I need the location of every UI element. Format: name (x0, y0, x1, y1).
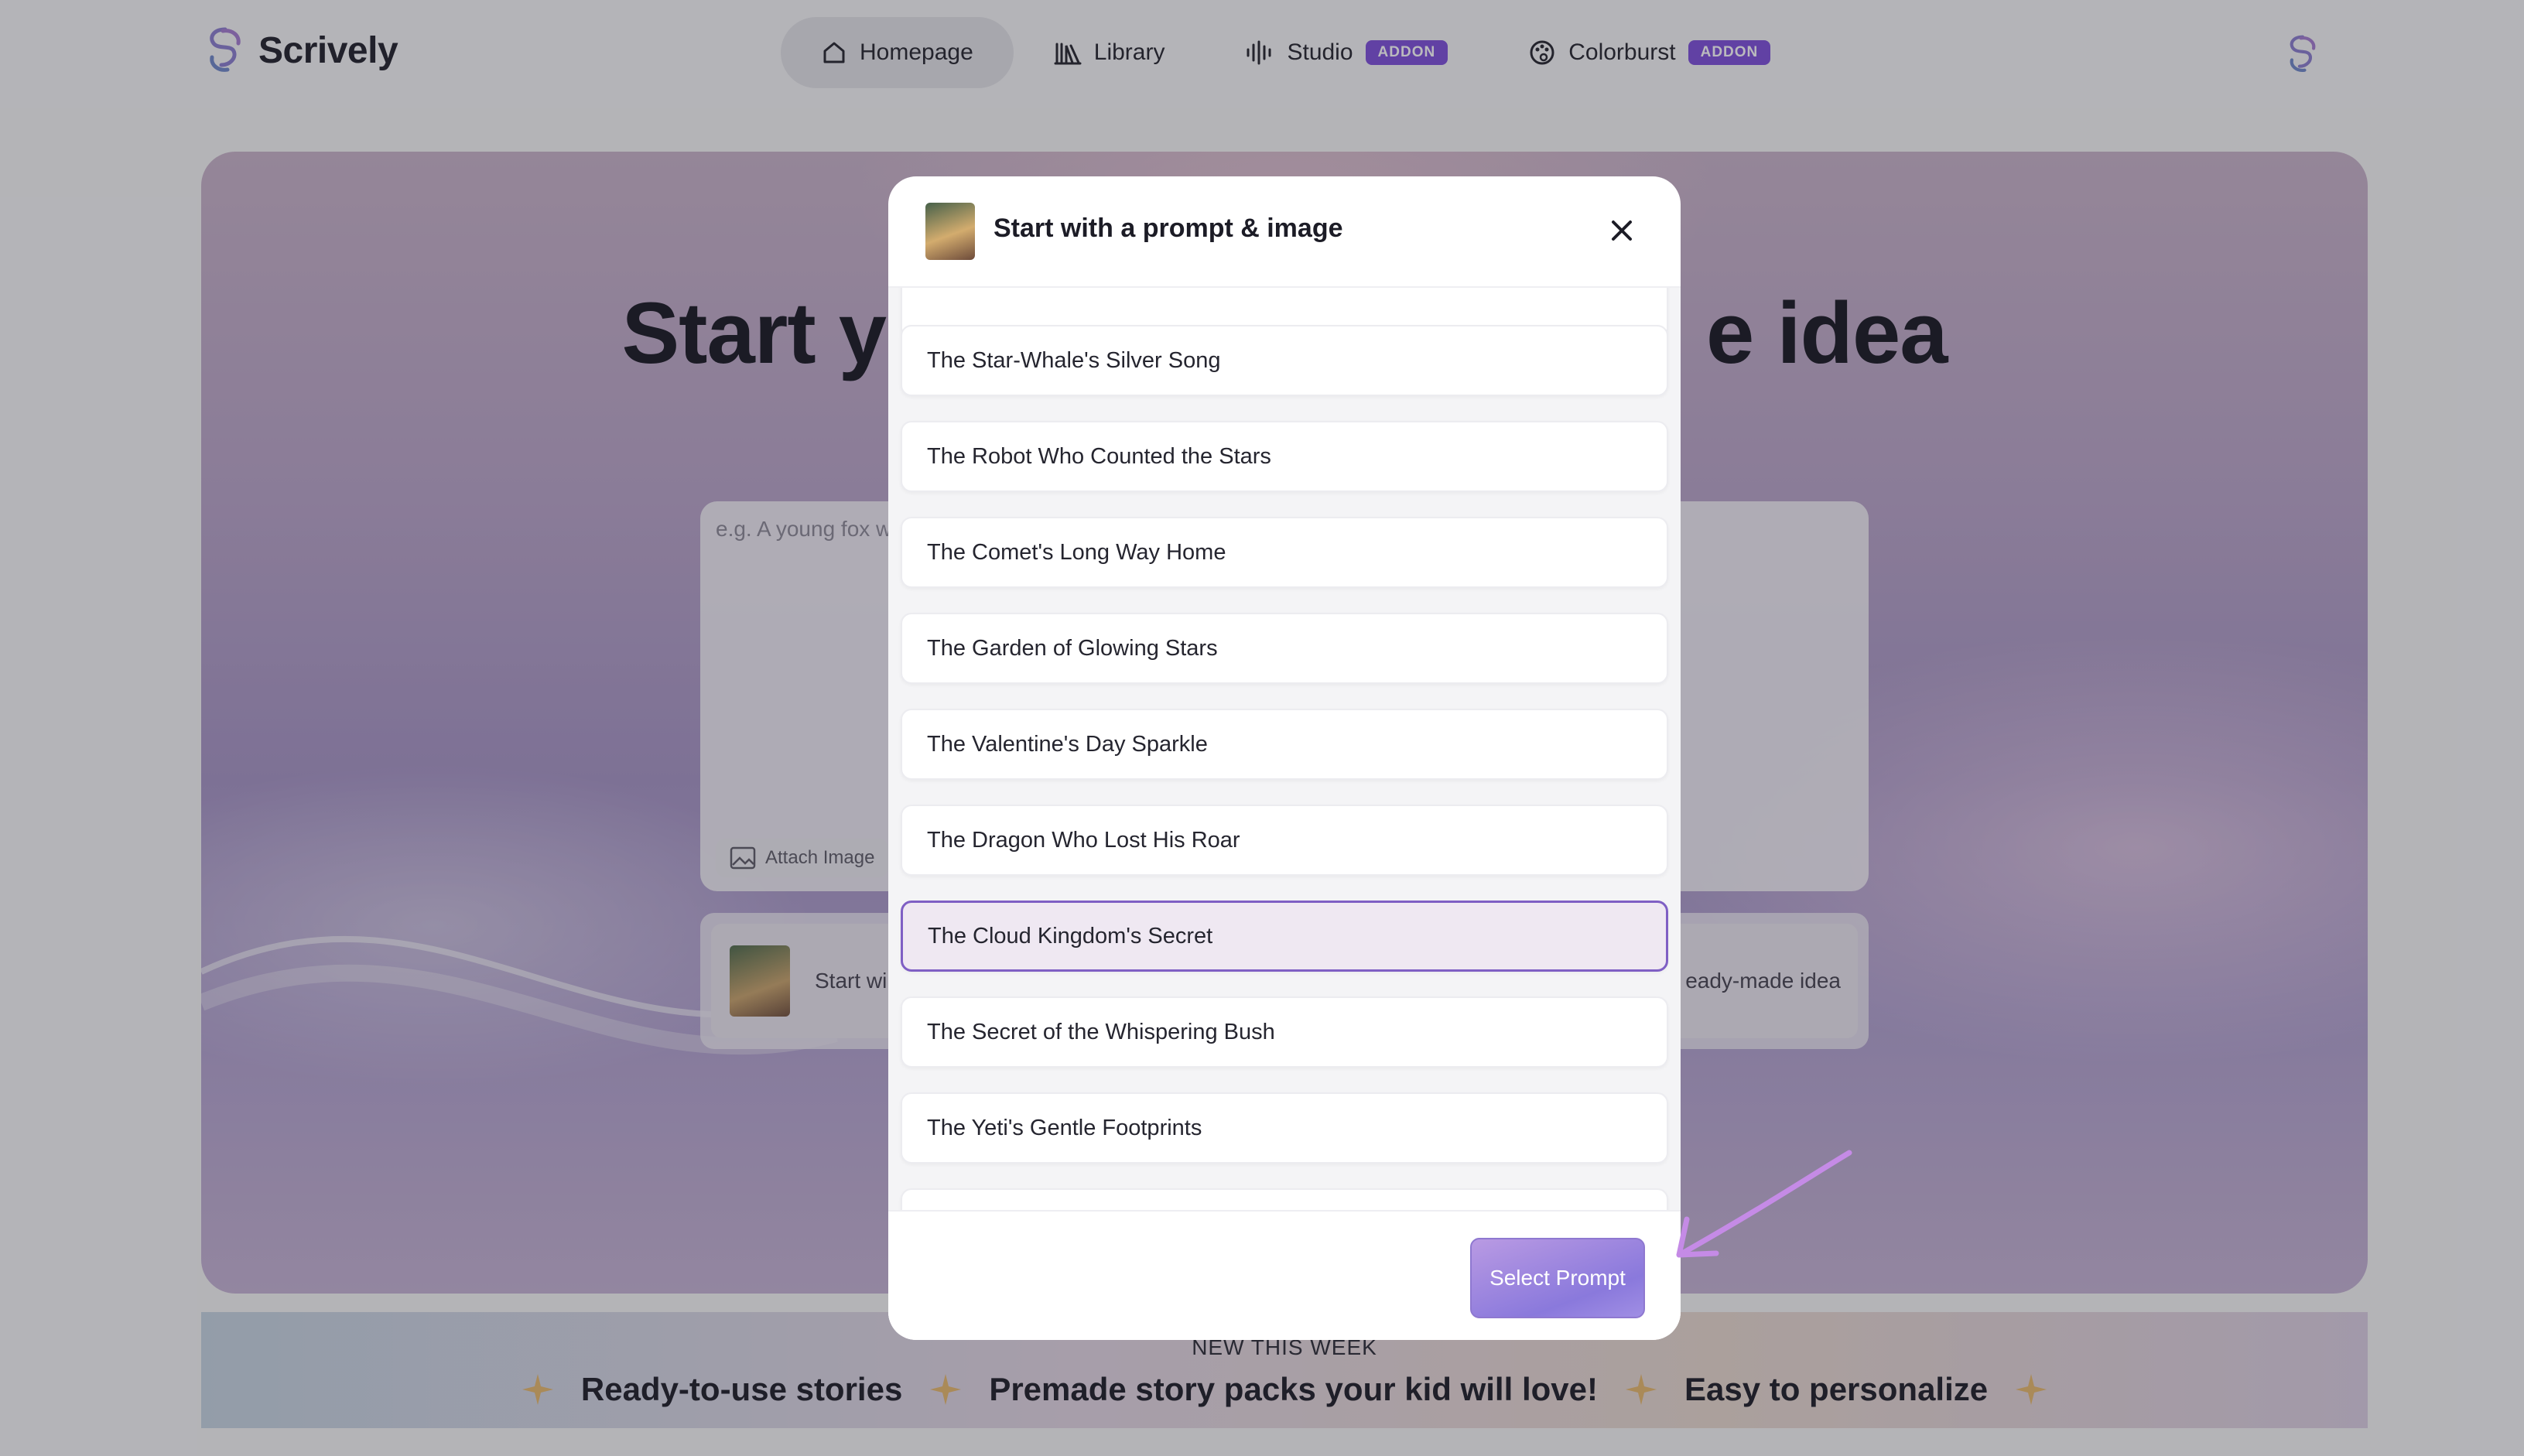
prompt-item[interactable]: The Comet's Long Way Home (901, 517, 1668, 588)
prompt-item[interactable]: The Robot Who Counted the Stars (901, 421, 1668, 492)
prompt-picker-modal: Start with a prompt & image The Star-Wha… (888, 176, 1681, 1340)
prompt-item[interactable]: The Yeti's Gentle Footprints (901, 1092, 1668, 1164)
prompt-item[interactable]: The Valentine's Day Sparkle (901, 709, 1668, 780)
modal-footer: Select Prompt (888, 1210, 1681, 1340)
prompt-item[interactable]: The Secret of the Whispering Bush (901, 996, 1668, 1068)
modal-header: Start with a prompt & image (888, 176, 1681, 288)
modal-title: Start with a prompt & image (994, 214, 1343, 243)
close-icon[interactable] (1606, 215, 1637, 246)
prompt-list[interactable]: The Star-Whale's Silver Song The Robot W… (888, 288, 1681, 1340)
prompt-item-selected[interactable]: The Cloud Kingdom's Secret (901, 901, 1668, 972)
prompt-item[interactable]: The Garden of Glowing Stars (901, 613, 1668, 684)
prompt-item[interactable]: The Dragon Who Lost His Roar (901, 805, 1668, 876)
modal-thumbnail (925, 203, 975, 260)
select-prompt-button[interactable]: Select Prompt (1470, 1238, 1645, 1318)
prompt-item[interactable]: The Star-Whale's Silver Song (901, 325, 1668, 396)
pointer-arrow-icon (1676, 1150, 1852, 1258)
